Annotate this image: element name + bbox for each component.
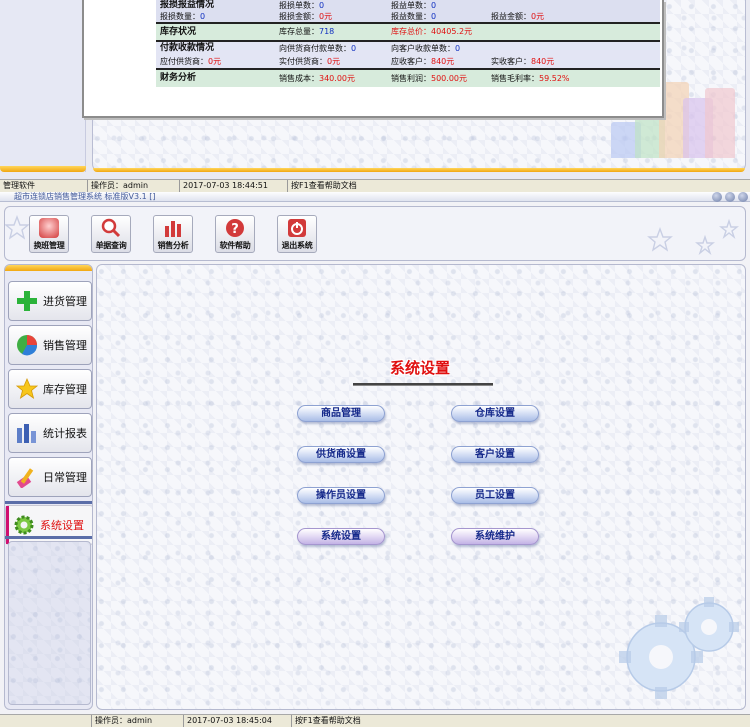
nav-daily-management[interactable]: 日常管理: [8, 457, 92, 497]
product-management-button[interactable]: 商品管理: [297, 405, 385, 422]
customer-settings-button[interactable]: 客户设置: [451, 446, 539, 463]
page-title: 系统设置: [389, 359, 450, 377]
status-spacer: [0, 715, 92, 727]
status-software: 管理软件: [0, 180, 88, 192]
bar-chart-icon: [163, 218, 183, 238]
stats-cell: 销售毛利率：59.52%: [491, 74, 570, 83]
close-icon[interactable]: [738, 192, 748, 202]
nav-statistics-report[interactable]: 统计报表: [8, 413, 92, 453]
old-status-bar: 管理软件 操作员：admin 2017-07-03 18:44:51 按F1查看…: [0, 179, 750, 192]
nav-label: 日常管理: [43, 471, 87, 484]
operator-settings-button[interactable]: 操作员设置: [297, 487, 385, 504]
status-help: 按F1查看帮助文档: [295, 716, 361, 725]
stats-row-loss: 报损报益情况 报损单数：0 报益单数：0: [156, 0, 660, 11]
document-query-button[interactable]: 单据查询: [91, 215, 131, 253]
left-navigation: 进货管理 销售管理 库存管理 统计报表 日常管理 系统设置: [4, 264, 93, 710]
stats-cell: 销售利润：500.00元: [391, 74, 467, 83]
system-config-button[interactable]: 系统设置: [297, 528, 385, 545]
stats-row-inventory: 库存状况 库存总量：718 库存总价：40405.2元: [156, 24, 660, 40]
nav-label: 统计报表: [43, 427, 87, 440]
nav-empty-area: [8, 541, 91, 705]
svg-text:?: ?: [231, 222, 239, 237]
help-icon: ?: [225, 218, 245, 238]
stats-cell: 报损单数：0: [279, 1, 325, 10]
nav-label: 进货管理: [43, 295, 87, 308]
status-datetime: 2017-07-03 18:45:04: [184, 715, 292, 727]
title-underline: [353, 383, 493, 386]
stats-cell: 实收客户：840元: [491, 57, 555, 66]
status-bar: 操作员：admin 2017-07-03 18:45:04 按F1查看帮助文档: [0, 714, 750, 727]
toolbar-label: 软件帮助: [219, 241, 251, 250]
star-icon: [16, 378, 38, 399]
system-maintenance-button[interactable]: 系统维护: [451, 528, 539, 545]
tools-icon: [16, 468, 34, 488]
stats-cell: 库存总价：40405.2元: [391, 27, 473, 36]
gears-decoration-icon: [619, 597, 739, 699]
old-sidebar: [0, 0, 86, 172]
nav-sales-management[interactable]: 销售管理: [8, 325, 92, 365]
stats-cell: [491, 0, 571, 11]
stats-section-label: 报损报益情况: [160, 0, 215, 10]
window-titlebar[interactable]: 超市连锁店销售管理系统 标准版V3.1 []: [0, 192, 750, 202]
nav-label: 库存管理: [43, 383, 87, 396]
window-title: 超市连锁店销售管理系统 标准版V3.1 []: [14, 192, 156, 201]
stats-section-label: 付款收款情况: [160, 43, 215, 53]
system-settings-panel: 系统设置 商品管理 仓库设置 供货商设置 客户设置 操作员设置 员工设置 系统设…: [96, 264, 746, 710]
stats-cell: 库存总量：718: [279, 27, 335, 36]
warehouse-settings-button[interactable]: 仓库设置: [451, 405, 539, 422]
minimize-icon[interactable]: [712, 192, 722, 202]
stats-cell: 报益数量：0: [391, 12, 437, 21]
stats-row-loss-detail: 报损数量：0 报损金额：0元 报益数量：0 报益金额：0元: [156, 11, 660, 22]
nav-label: 系统设置: [40, 519, 84, 532]
stats-cell: 销售成本：340.00元: [279, 74, 355, 83]
software-help-button[interactable]: ? 软件帮助: [215, 215, 255, 253]
stats-row-payment: 付款收款情况 向供货商付款单数：0 向客户收款单数：0: [156, 42, 660, 55]
toolbar-label: 换班管理: [33, 241, 65, 250]
toolbar-label: 退出系统: [281, 241, 313, 250]
status-operator: 操作员：admin: [88, 180, 180, 192]
gear-icon: [14, 515, 34, 535]
stats-cell: 报损数量：0: [160, 12, 206, 21]
stats-table: 报损报益情况 报损单数：0 报益单数：0 报损数量：0 报损金额：0元 报益数量…: [156, 0, 660, 87]
report-chart-icon: [17, 424, 36, 443]
magnifier-icon: [101, 218, 121, 238]
stats-row-finance: 财务分析 销售成本：340.00元 销售利润：500.00元 销售毛利率：59.…: [156, 70, 660, 87]
plus-icon: [17, 291, 37, 311]
supplier-settings-button[interactable]: 供货商设置: [297, 446, 385, 463]
exit-system-button[interactable]: 退出系统: [277, 215, 317, 253]
nav-inventory-management[interactable]: 库存管理: [8, 369, 92, 409]
stats-row-payment-detail: 应付供货商：0元 实付供货商：0元 应收客户：840元 实收客户：840元: [156, 55, 660, 68]
stats-cell: 应付供货商：0元: [160, 57, 222, 66]
shift-management-button[interactable]: 换班管理: [29, 215, 69, 253]
stats-section-label: 财务分析: [160, 73, 197, 83]
toolbar-label: 销售分析: [157, 241, 189, 250]
stats-cell: 报益单数：0: [391, 1, 437, 10]
stats-section-label: 库存状况: [160, 27, 197, 37]
user-shift-icon: [39, 218, 59, 238]
stats-cell: 向客户收款单数：0: [391, 44, 461, 53]
nav-purchase-management[interactable]: 进货管理: [8, 281, 92, 321]
nav-system-settings[interactable]: 系统设置: [5, 505, 92, 545]
stats-cell: 向供货商付款单数：0: [279, 44, 357, 53]
power-icon: [287, 218, 307, 238]
toolbar: 换班管理 单据查询 销售分析 ? 软件帮助 退出系统: [4, 206, 746, 261]
status-help: 按F1查看帮助文档: [291, 181, 357, 190]
stats-cell: 报损金额：0元: [279, 12, 333, 21]
background-window: 报损报益情况 报损单数：0 报益单数：0 报损数量：0 报损金额：0元 报益数量…: [0, 0, 750, 192]
sales-analysis-button[interactable]: 销售分析: [153, 215, 193, 253]
status-operator: 操作员：admin: [92, 715, 184, 727]
toolbar-label: 单据查询: [95, 241, 127, 250]
maximize-icon[interactable]: [725, 192, 735, 202]
employee-settings-button[interactable]: 员工设置: [451, 487, 539, 504]
stats-cell: 报益金额：0元: [491, 12, 545, 21]
status-datetime: 2017-07-03 18:44:51: [180, 180, 288, 192]
statistics-dialog: 报损报益情况 报损单数：0 报益单数：0 报损数量：0 报损金额：0元 报益数量…: [82, 0, 664, 118]
stats-cell: 应收客户：840元: [391, 57, 455, 66]
stats-cell: 实付供货商：0元: [279, 57, 341, 66]
pie-chart-icon: [17, 335, 38, 356]
nav-label: 销售管理: [43, 339, 87, 352]
